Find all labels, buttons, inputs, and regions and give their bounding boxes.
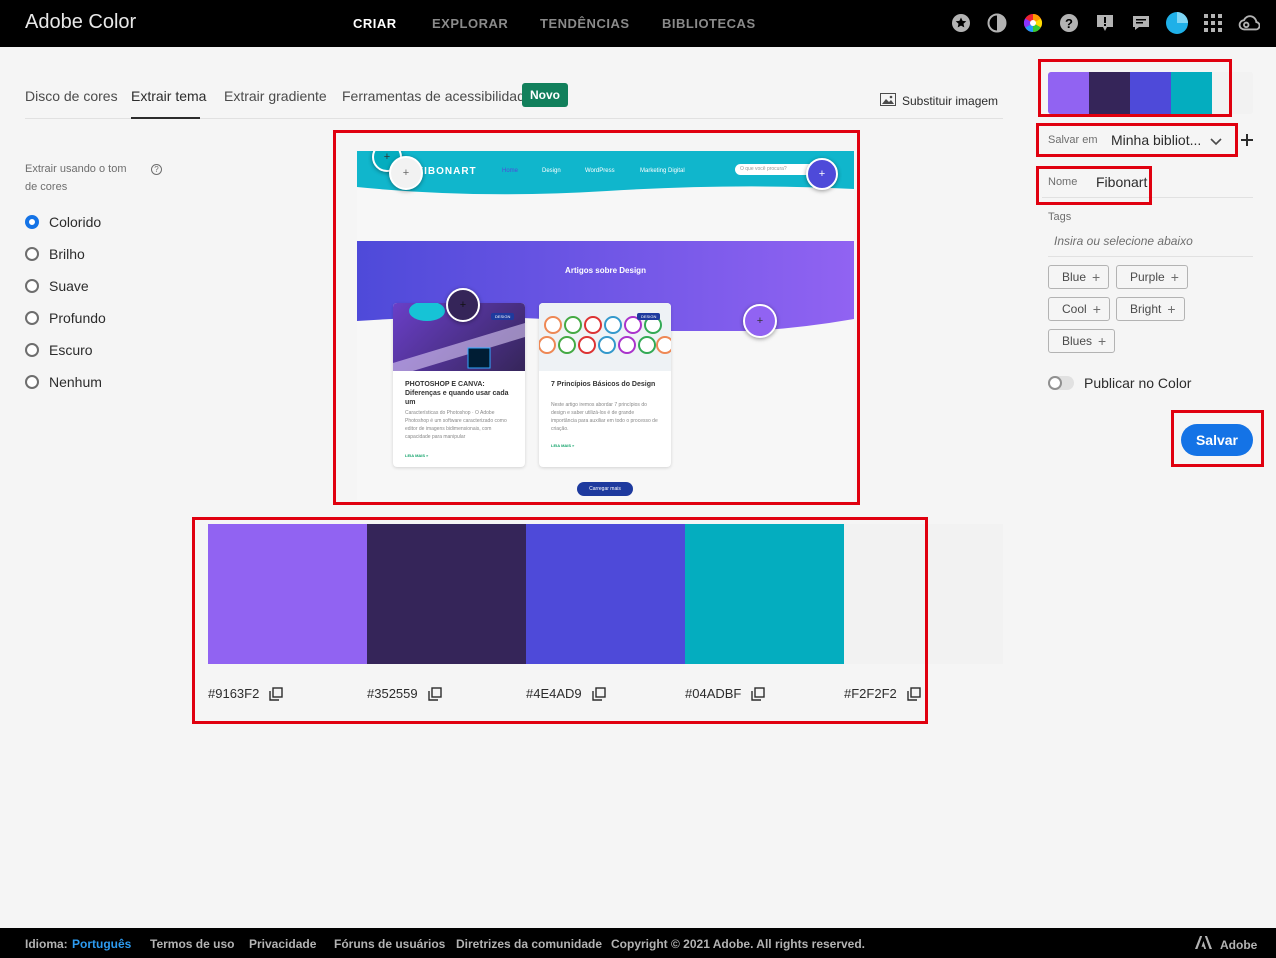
radio-icon[interactable]	[25, 279, 39, 293]
replace-image-label: Substituir imagem	[902, 94, 999, 108]
tags-input[interactable]: Insira ou selecione abaixo	[1054, 234, 1193, 248]
top-navigation-bar: Adobe Color CRIAR EXPLORAR TENDÊNCIAS BI…	[0, 0, 1276, 47]
creative-cloud-icon[interactable]	[1238, 12, 1260, 34]
radio-icon[interactable]	[25, 343, 39, 357]
tag-cool[interactable]: Cool +	[1048, 297, 1110, 321]
radio-icon[interactable]	[25, 311, 39, 325]
plus-icon: +	[1170, 269, 1179, 285]
radio-colorido[interactable]: Colorido	[25, 214, 101, 230]
alert-icon[interactable]	[1094, 12, 1116, 34]
highlight-frame	[1171, 410, 1264, 467]
footer-adobe-label: Adobe	[1220, 938, 1258, 952]
radio-selected-icon[interactable]	[25, 215, 39, 229]
nav-criar[interactable]: CRIAR	[353, 16, 397, 31]
tags-underline	[1048, 256, 1253, 257]
radio-escuro[interactable]: Escuro	[25, 342, 93, 358]
svg-text:?: ?	[1065, 16, 1073, 31]
highlight-frame	[1036, 123, 1238, 157]
highlight-frame	[1036, 166, 1152, 205]
tags-label: Tags	[1048, 211, 1072, 223]
radio-label: Escuro	[49, 342, 93, 358]
footer: Idioma: Português Termos de uso Privacid…	[0, 928, 1276, 958]
tag-bright[interactable]: Bright +	[1116, 297, 1185, 321]
radio-label: Brilho	[49, 246, 85, 262]
footer-language-label: Idioma:	[25, 937, 68, 951]
tag-label: Bright	[1130, 302, 1162, 316]
radio-profundo[interactable]: Profundo	[25, 310, 106, 326]
help-icon[interactable]: ?	[1058, 12, 1080, 34]
radio-label: Colorido	[49, 214, 102, 230]
plus-icon: +	[1092, 301, 1101, 317]
replace-image-button[interactable]: Substituir imagem	[880, 93, 998, 109]
footer-copyright: Copyright © 2021 Adobe. All rights reser…	[611, 937, 866, 951]
color-wheel-icon[interactable]	[1022, 12, 1044, 34]
active-tab-indicator	[131, 117, 200, 119]
tag-label: Cool	[1062, 302, 1087, 316]
apps-grid-icon[interactable]	[1202, 12, 1224, 34]
radio-icon[interactable]	[25, 247, 39, 261]
app-brand[interactable]: Adobe Color	[25, 11, 136, 34]
footer-link-privacy[interactable]: Privacidade	[249, 937, 316, 951]
radio-label: Nenhum	[49, 374, 102, 390]
nav-explorar[interactable]: EXPLORAR	[432, 16, 508, 31]
tag-purple[interactable]: Purple +	[1116, 265, 1188, 289]
plus-icon: +	[1092, 269, 1101, 285]
highlight-frame	[1038, 59, 1232, 117]
help-icon[interactable]: ?	[151, 164, 162, 175]
tag-blues[interactable]: Blues +	[1048, 329, 1116, 353]
radio-brilho[interactable]: Brilho	[25, 246, 85, 262]
footer-link-terms[interactable]: Termos de uso	[150, 937, 234, 951]
plus-icon: +	[1167, 301, 1176, 317]
mood-label: Extrair usando o tom de cores	[25, 163, 127, 193]
tab-extrair-tema[interactable]: Extrair tema	[131, 88, 206, 104]
publish-label: Publicar no Color	[1084, 375, 1192, 391]
tag-label: Purple	[1130, 270, 1165, 284]
add-library-plus-icon[interactable]	[1240, 133, 1254, 152]
tab-ferramentas-acessibilidade[interactable]: Ferramentas de acessibilidade	[342, 88, 533, 104]
highlight-frame	[333, 130, 860, 505]
contrast-icon[interactable]	[986, 12, 1008, 34]
tag-label: Blue	[1062, 270, 1087, 284]
radio-nenhum[interactable]: Nenhum	[25, 374, 102, 390]
star-icon[interactable]	[950, 12, 972, 34]
highlight-frame	[192, 517, 928, 724]
user-avatar[interactable]	[1166, 12, 1188, 34]
tag-label: Blues	[1062, 334, 1093, 348]
footer-link-forums[interactable]: Fóruns de usuários	[334, 937, 445, 951]
publish-toggle[interactable]	[1048, 376, 1074, 390]
plus-icon: +	[1098, 333, 1107, 349]
tab-disco-de-cores[interactable]: Disco de cores	[25, 88, 118, 104]
image-icon	[880, 93, 896, 109]
radio-suave[interactable]: Suave	[25, 278, 89, 294]
footer-link-guidelines[interactable]: Diretrizes da comunidade	[456, 937, 602, 951]
tag-blue[interactable]: Blue +	[1048, 265, 1110, 289]
header-icons: ?	[950, 12, 1260, 34]
new-badge: Novo	[522, 83, 568, 107]
adobe-logo-icon[interactable]	[1195, 936, 1212, 954]
tab-extrair-gradiente[interactable]: Extrair gradiente	[224, 88, 327, 104]
chat-icon[interactable]	[1130, 12, 1152, 34]
nav-bibliotecas[interactable]: BIBLIOTECAS	[662, 16, 756, 31]
nav-tendencias[interactable]: TENDÊNCIAS	[540, 16, 630, 31]
footer-language-link[interactable]: Português	[72, 937, 131, 951]
radio-label: Suave	[49, 278, 89, 294]
radio-label: Profundo	[49, 310, 106, 326]
radio-icon[interactable]	[25, 375, 39, 389]
